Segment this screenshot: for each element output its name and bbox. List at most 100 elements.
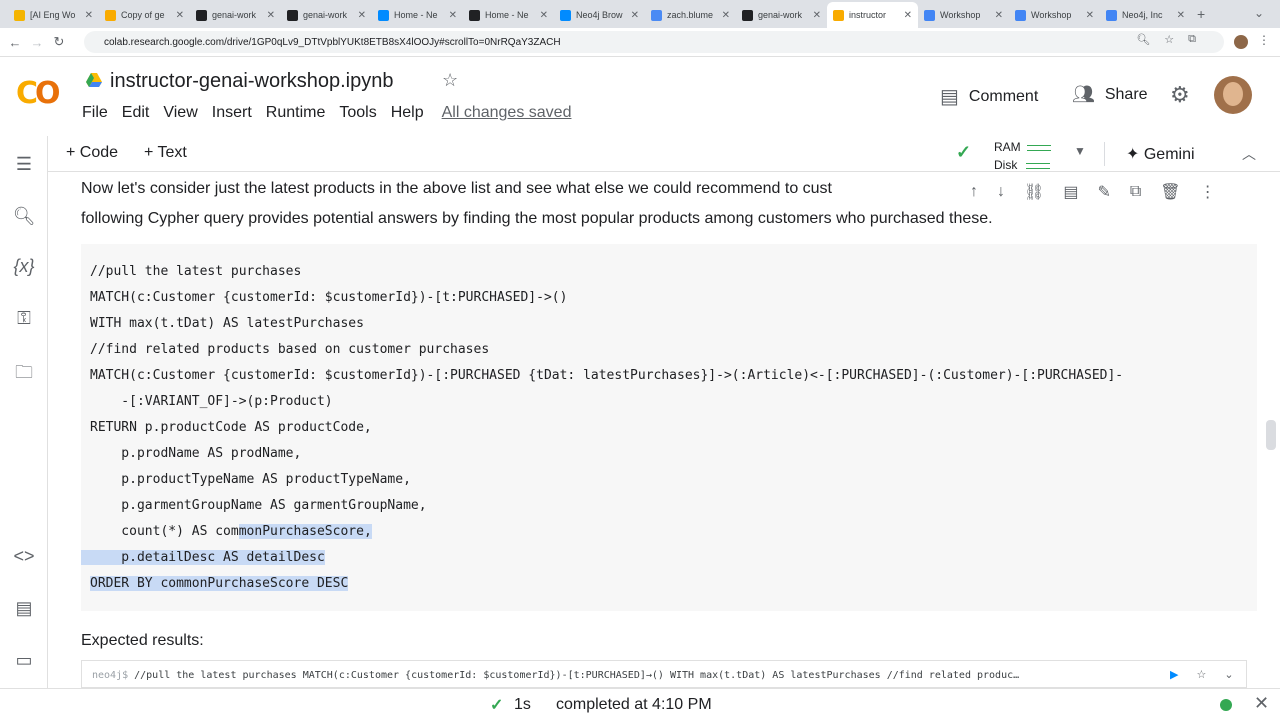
delete-trash-icon[interactable]: 🗑︎ bbox=[1160, 182, 1180, 202]
code-line: MATCH(c:Customer {customerId: $customerI… bbox=[90, 290, 568, 305]
tab-close-icon[interactable]: ✕ bbox=[449, 10, 457, 21]
tab-close-icon[interactable]: ✕ bbox=[1177, 10, 1185, 21]
secrets-key-icon[interactable]: ⚿ bbox=[10, 308, 38, 329]
add-text-button[interactable]: + Text bbox=[144, 144, 187, 162]
run-query-icon[interactable]: ▶ bbox=[1170, 668, 1178, 681]
menu-tools[interactable]: Tools bbox=[339, 104, 376, 122]
tab-close-icon[interactable]: ✕ bbox=[904, 10, 912, 21]
forward-icon[interactable]: → bbox=[26, 35, 48, 50]
browser-tab[interactable]: Copy of ge ✕ bbox=[99, 2, 190, 28]
code-line: //find related products based on custome… bbox=[90, 342, 490, 357]
mirror-cell-icon[interactable]: ⧉ bbox=[1130, 183, 1141, 201]
completion-status[interactable]: completed at 4:10 PM bbox=[556, 696, 712, 714]
browser-profile-avatar[interactable] bbox=[1234, 35, 1248, 49]
command-palette-icon[interactable]: ▤ bbox=[10, 598, 38, 619]
search-icon[interactable]: 🔍︎ bbox=[10, 206, 38, 227]
zoom-icon[interactable]: 🔍︎ bbox=[1136, 33, 1150, 46]
tab-label: Neo4j Brow bbox=[576, 10, 623, 20]
comment-label: Comment bbox=[968, 87, 1039, 105]
code-line: WITH max(t.tDat) AS latestPurchases bbox=[90, 316, 364, 331]
browser-tab[interactable]: zach.blume ✕ bbox=[645, 2, 736, 28]
tab-close-icon[interactable]: ✕ bbox=[540, 10, 548, 21]
star-icon[interactable]: ☆ bbox=[442, 70, 458, 91]
browser-menu-icon[interactable]: ⋮ bbox=[1258, 33, 1270, 47]
code-line: count(*) AS commonPurchaseScore, bbox=[90, 524, 372, 539]
table-of-contents-icon[interactable]: ☰ bbox=[10, 154, 38, 175]
tab-close-icon[interactable]: ✕ bbox=[267, 10, 275, 21]
user-avatar[interactable] bbox=[1214, 76, 1252, 114]
move-up-icon[interactable]: ↑ bbox=[970, 183, 978, 201]
more-options-icon[interactable]: ⋮ bbox=[1200, 182, 1216, 202]
browser-tab[interactable]: Workshop ✕ bbox=[918, 2, 1009, 28]
code-snippets-icon[interactable]: <> bbox=[10, 546, 38, 567]
resource-dropdown-icon[interactable]: ▼ bbox=[1074, 144, 1086, 158]
link-icon[interactable]: ⛓ bbox=[1024, 182, 1044, 202]
menu-edit[interactable]: Edit bbox=[122, 104, 150, 122]
collapse-header-icon[interactable]: ︿ bbox=[1242, 144, 1256, 164]
share-button[interactable]: 👥︎ Share bbox=[1072, 84, 1148, 105]
terminal-icon[interactable]: ▭ bbox=[10, 650, 38, 671]
tab-label: Copy of ge bbox=[121, 10, 165, 20]
tab-close-icon[interactable]: ✕ bbox=[995, 10, 1003, 21]
expected-results-heading: Expected results: bbox=[81, 632, 204, 649]
comment-button[interactable]: ▤ Comment bbox=[940, 84, 1038, 109]
status-bar: ✓ 1s completed at 4:10 PM ✕ bbox=[0, 688, 1280, 720]
browser-tab[interactable]: Neo4j, Inc ✕ bbox=[1100, 2, 1191, 28]
tab-favicon-icon bbox=[833, 9, 844, 21]
edit-pencil-icon[interactable]: ✎ bbox=[1097, 182, 1110, 202]
back-icon[interactable]: ← bbox=[4, 35, 26, 50]
close-status-icon[interactable]: ✕ bbox=[1254, 693, 1269, 714]
gemini-sparkle-icon: ✦ bbox=[1126, 146, 1144, 163]
new-tab-button[interactable]: + bbox=[1197, 6, 1205, 22]
browser-tab[interactable]: Workshop ✕ bbox=[1009, 2, 1100, 28]
tab-label: Home - Ne bbox=[485, 10, 529, 20]
code-line: p.garmentGroupName AS garmentGroupName, bbox=[90, 498, 427, 513]
favorite-star-icon[interactable]: ☆ bbox=[1196, 668, 1206, 681]
extensions-icon[interactable]: ⧉ bbox=[1188, 33, 1196, 46]
browser-tab[interactable]: genai-work ✕ bbox=[736, 2, 827, 28]
menu-runtime[interactable]: Runtime bbox=[266, 104, 326, 122]
move-down-icon[interactable]: ↓ bbox=[997, 183, 1005, 201]
menu-file[interactable]: File bbox=[82, 104, 108, 122]
browser-tab[interactable]: instructor ✕ bbox=[827, 2, 918, 28]
resource-monitor[interactable]: RAM Disk bbox=[994, 138, 1051, 174]
tab-close-icon[interactable]: ✕ bbox=[813, 10, 821, 21]
settings-gear-icon[interactable]: ⚙ bbox=[1170, 82, 1190, 108]
notebook-title[interactable]: instructor-genai-workshop.ipynb bbox=[110, 70, 393, 93]
browser-tab[interactable]: Home - Ne ✕ bbox=[463, 2, 554, 28]
tab-close-icon[interactable]: ✕ bbox=[358, 10, 366, 21]
variables-icon[interactable]: {x} bbox=[10, 256, 38, 277]
tab-search-icon[interactable]: ⌄ bbox=[1254, 6, 1264, 20]
tab-favicon-icon bbox=[378, 9, 389, 21]
menu-insert[interactable]: Insert bbox=[212, 104, 252, 122]
bookmark-star-icon[interactable]: ☆ bbox=[1164, 33, 1174, 46]
expand-chevron-icon[interactable]: ⌄ bbox=[1224, 668, 1233, 681]
files-folder-icon[interactable]: 🗀 bbox=[10, 360, 38, 390]
tab-favicon-icon bbox=[1015, 9, 1026, 21]
save-status-link[interactable]: All changes saved bbox=[442, 104, 572, 122]
add-code-button[interactable]: + Code bbox=[66, 144, 118, 162]
browser-tab[interactable]: [AI Eng Wo ✕ bbox=[8, 2, 99, 28]
gemini-button[interactable]: ✦ Gemini bbox=[1126, 144, 1195, 164]
browser-tab[interactable]: genai-work ✕ bbox=[190, 2, 281, 28]
comment-cell-icon[interactable]: ▤ bbox=[1063, 182, 1078, 202]
tab-close-icon[interactable]: ✕ bbox=[722, 10, 730, 21]
browser-tab[interactable]: genai-work ✕ bbox=[281, 2, 372, 28]
tab-close-icon[interactable]: ✕ bbox=[1086, 10, 1094, 21]
scrollbar-thumb[interactable] bbox=[1266, 420, 1276, 450]
disk-bar bbox=[1026, 162, 1051, 169]
menu-help[interactable]: Help bbox=[391, 104, 424, 122]
tab-close-icon[interactable]: ✕ bbox=[176, 10, 184, 21]
tab-favicon-icon bbox=[196, 9, 207, 21]
menu-view[interactable]: View bbox=[163, 104, 197, 122]
tab-close-icon[interactable]: ✕ bbox=[85, 10, 93, 21]
tab-close-icon[interactable]: ✕ bbox=[631, 10, 639, 21]
colab-logo[interactable]: CO bbox=[16, 76, 60, 111]
code-cell[interactable]: //pull the latest purchases MATCH(c:Cust… bbox=[81, 244, 1257, 611]
tab-favicon-icon bbox=[1106, 9, 1117, 21]
url-field[interactable]: colab.research.google.com/drive/1GP0qLv9… bbox=[84, 31, 1224, 53]
browser-tab[interactable]: Neo4j Brow ✕ bbox=[554, 2, 645, 28]
cypher-result-bar[interactable]: neo4j$ //pull the latest purchases MATCH(… bbox=[81, 660, 1247, 688]
reload-icon[interactable]: ↻ bbox=[48, 34, 70, 50]
browser-tab[interactable]: Home - Ne ✕ bbox=[372, 2, 463, 28]
